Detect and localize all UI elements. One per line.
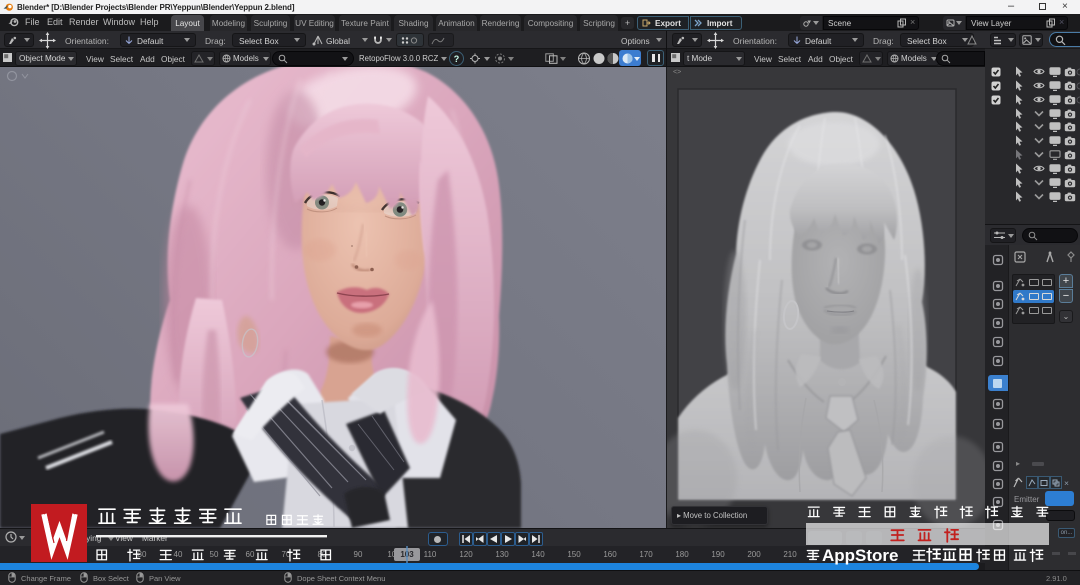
svg-text:AppStore: AppStore [822, 546, 899, 565]
